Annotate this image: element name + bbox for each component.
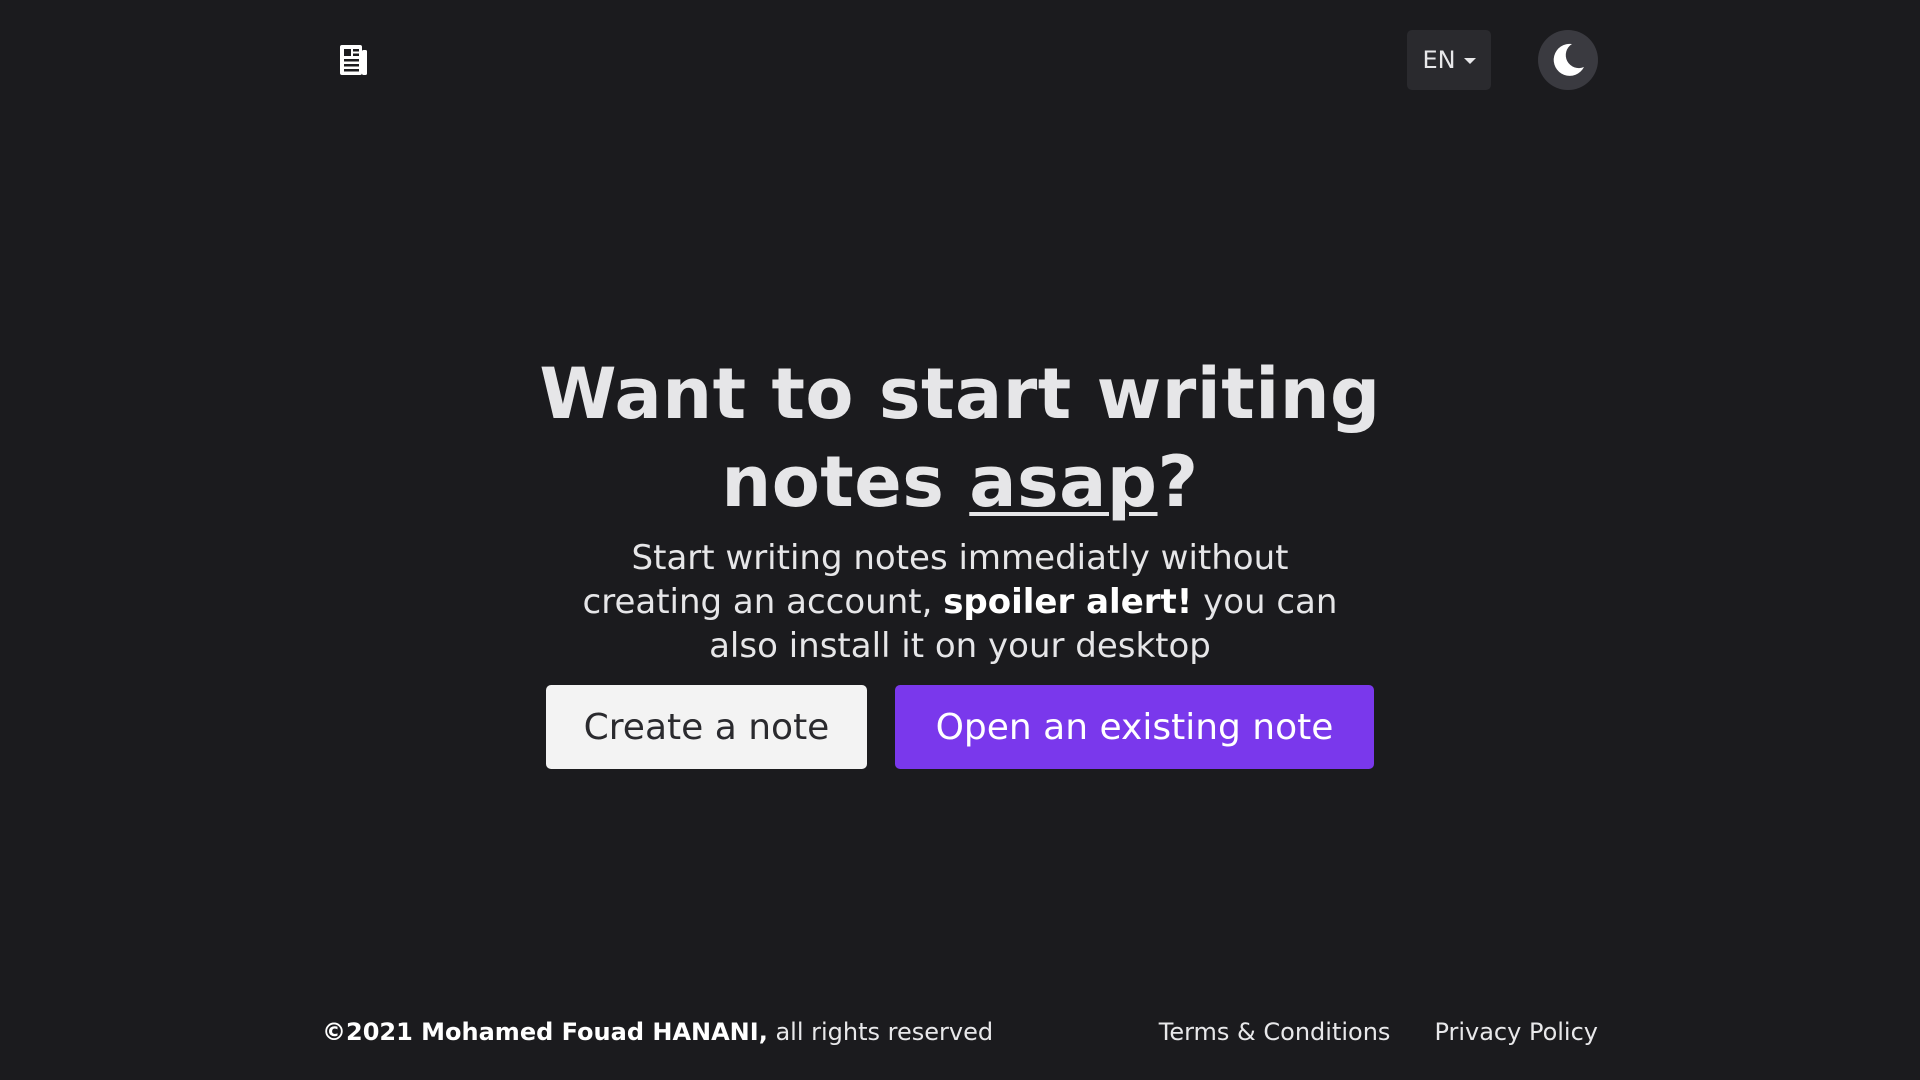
theme-toggle-button[interactable] — [1538, 30, 1598, 90]
hero: Want to start writing notes asap? Start … — [0, 350, 1920, 668]
newspaper-icon[interactable] — [338, 44, 368, 76]
terms-link[interactable]: Terms & Conditions — [1159, 1018, 1391, 1046]
page: EN Want to start writing notes asap? Sta… — [0, 0, 1920, 1080]
hero-title-line1: Want to start writing — [539, 353, 1381, 435]
footer-links: Terms & Conditions Privacy Policy — [1159, 1018, 1598, 1046]
hero-title: Want to start writing notes asap? — [0, 350, 1920, 526]
copyright-rest: all rights reserved — [767, 1018, 994, 1046]
language-label: EN — [1422, 46, 1456, 74]
hero-subtitle: Start writing notes immediatly without c… — [580, 536, 1340, 668]
moon-icon — [1553, 43, 1584, 76]
copyright: ©2021 Mohamed Fouad HANANI, all rights r… — [322, 1018, 993, 1046]
copyright-owner: ©2021 Mohamed Fouad HANANI, — [322, 1018, 768, 1046]
hero-title-suffix: ? — [1157, 441, 1199, 523]
open-existing-note-button[interactable]: Open an existing note — [895, 685, 1374, 769]
footer: ©2021 Mohamed Fouad HANANI, all rights r… — [322, 1018, 1598, 1054]
hero-title-underlined: asap — [969, 441, 1158, 523]
hero-title-prefix: notes — [721, 441, 970, 523]
language-dropdown[interactable]: EN — [1407, 30, 1491, 90]
hero-subtitle-bold: spoiler alert! — [943, 582, 1193, 622]
create-note-button[interactable]: Create a note — [546, 685, 867, 769]
header: EN — [322, 30, 1598, 90]
privacy-link[interactable]: Privacy Policy — [1434, 1018, 1598, 1046]
caret-down-icon — [1463, 58, 1476, 64]
hero-actions: Create a note Open an existing note — [546, 685, 1374, 769]
